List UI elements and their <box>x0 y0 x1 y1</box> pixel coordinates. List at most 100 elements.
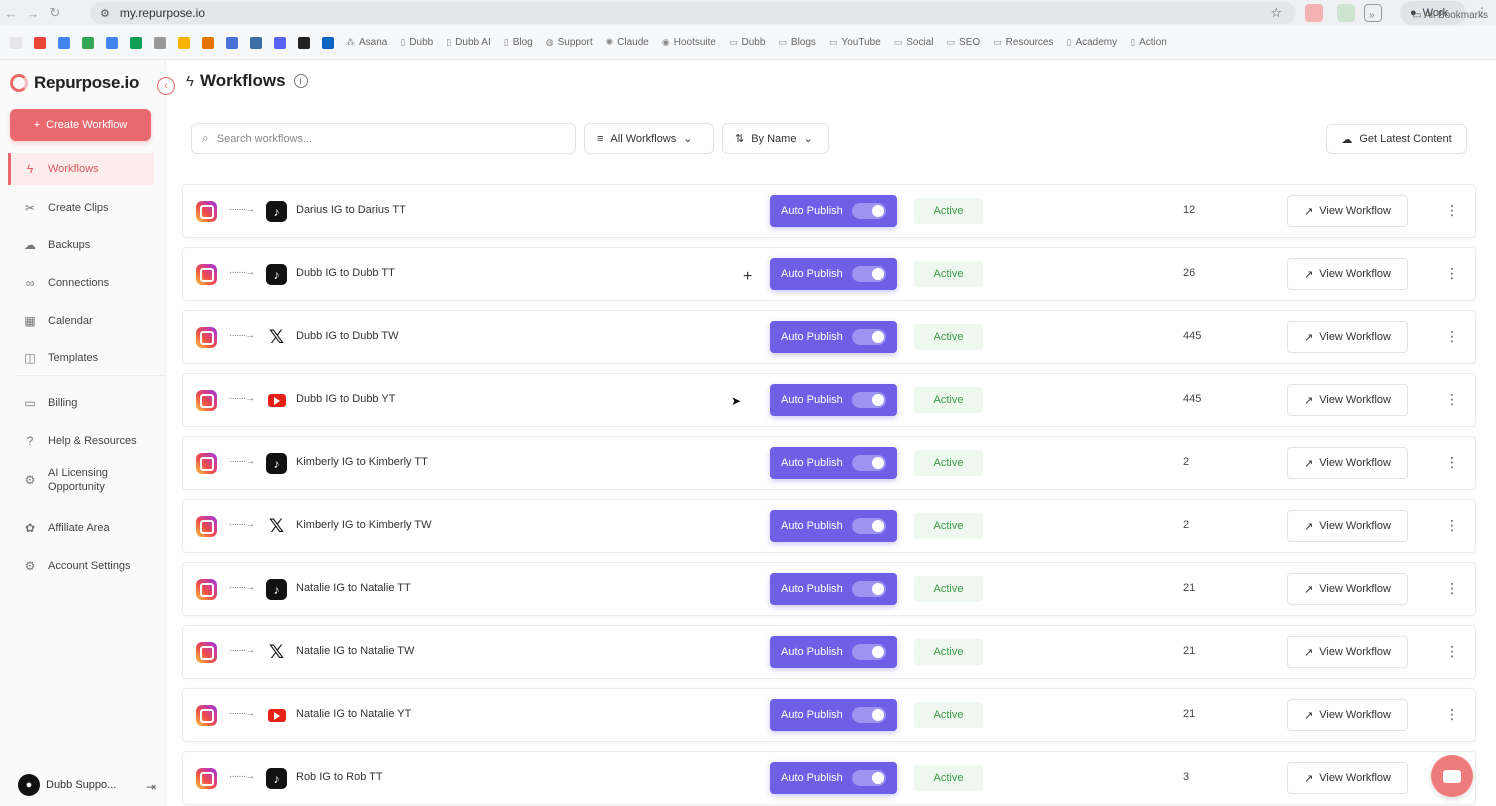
workflow-name[interactable]: Natalie IG to Natalie TW <box>296 645 414 657</box>
toggle-switch[interactable] <box>852 266 886 282</box>
gmail-icon[interactable] <box>34 36 46 49</box>
drive-icon[interactable] <box>82 36 94 49</box>
sidebar-item-billing[interactable]: ▭ Billing <box>8 387 154 419</box>
search-input[interactable] <box>216 132 557 145</box>
workflow-name[interactable]: Darius IG to Darius TT <box>296 204 406 216</box>
toggle-switch[interactable] <box>852 455 886 471</box>
auto-publish-toggle[interactable]: Auto Publish <box>770 573 897 605</box>
sidebar-item-connections[interactable]: ∞ Connections <box>8 267 154 299</box>
workflow-name[interactable]: Natalie IG to Natalie YT <box>296 708 411 720</box>
notion-icon[interactable] <box>298 36 310 49</box>
auto-publish-toggle[interactable]: Auto Publish <box>770 384 897 416</box>
toggle-switch[interactable] <box>852 770 886 786</box>
sort-dropdown[interactable]: ⇅ By Name ⌄ <box>722 123 829 154</box>
auto-publish-toggle[interactable]: Auto Publish <box>770 195 897 227</box>
more-options-icon[interactable]: ⋮ <box>1445 265 1459 282</box>
search-box[interactable]: ⌕ <box>191 123 576 154</box>
view-workflow-button[interactable]: ↗ View Workflow <box>1287 258 1408 290</box>
sidebar-item-ai-licensing[interactable]: ⚙ AI Licensing Opportunity <box>8 462 154 498</box>
workflow-name[interactable]: Dubb IG to Dubb TW <box>296 330 399 342</box>
create-workflow-button[interactable]: + Create Workflow <box>10 109 151 141</box>
bookmark-item[interactable]: ▯ Blog <box>504 37 533 48</box>
auto-publish-toggle[interactable]: Auto Publish <box>770 699 897 731</box>
chart-bookmark-icon[interactable] <box>202 36 214 49</box>
auto-publish-toggle[interactable]: Auto Publish <box>770 636 897 668</box>
view-workflow-button[interactable]: ↗ View Workflow <box>1287 699 1408 731</box>
view-workflow-button[interactable]: ↗ View Workflow <box>1287 195 1408 227</box>
view-workflow-button[interactable]: ↗ View Workflow <box>1287 762 1408 794</box>
view-workflow-button[interactable]: ↗ View Workflow <box>1287 510 1408 542</box>
view-workflow-button[interactable]: ↗ View Workflow <box>1287 636 1408 668</box>
view-workflow-button[interactable]: ↗ View Workflow <box>1287 384 1408 416</box>
bookmark-item[interactable]: ▯ Dubb <box>400 37 433 48</box>
toggle-switch[interactable] <box>852 707 886 723</box>
back-icon[interactable]: ← <box>0 6 22 21</box>
sidebar-item-account-settings[interactable]: ⚙ Account Settings <box>8 550 154 582</box>
bookmark-star-icon[interactable]: ☆ <box>1270 5 1282 21</box>
more-options-icon[interactable]: ⋮ <box>1445 706 1459 723</box>
workflow-name[interactable]: Kimberly IG to Kimberly TT <box>296 456 428 468</box>
bookmark-folder[interactable]: ▭ Resources <box>993 37 1053 48</box>
bookmark-icon[interactable] <box>274 36 286 49</box>
address-bar[interactable]: ⚙ my.repurpose.io ☆ <box>90 2 1296 24</box>
bookmark-item[interactable]: ⁂ Asana <box>346 37 387 48</box>
bookmark-item[interactable]: ◍ Support <box>546 37 593 48</box>
calendar-bookmark-icon[interactable] <box>58 36 70 49</box>
auto-publish-toggle[interactable]: Auto Publish <box>770 510 897 542</box>
workflow-name[interactable]: Dubb IG to Dubb TT <box>296 267 395 279</box>
user-menu[interactable]: ● Dubb Suppo... <box>18 774 116 796</box>
bookmark-icon[interactable] <box>226 36 238 49</box>
workflow-name[interactable]: Natalie IG to Natalie TT <box>296 582 411 594</box>
bookmark-folder[interactable]: ▭ Social <box>894 37 934 48</box>
workflow-name[interactable]: Dubb IG to Dubb YT <box>296 393 395 405</box>
reload-icon[interactable]: ↻ <box>44 5 66 21</box>
info-icon[interactable]: i <box>293 74 308 88</box>
bookmark-item[interactable]: ▯ Academy <box>1066 37 1117 48</box>
workflow-name[interactable]: Rob IG to Rob TT <box>296 771 383 783</box>
auto-publish-toggle[interactable]: Auto Publish <box>770 447 897 479</box>
extension-icon[interactable] <box>1337 4 1355 22</box>
auto-publish-toggle[interactable]: Auto Publish <box>770 258 897 290</box>
more-options-icon[interactable]: ⋮ <box>1445 580 1459 597</box>
more-options-icon[interactable]: ⋮ <box>1445 643 1459 660</box>
sidebar-item-workflows[interactable]: ϟ Workflows <box>8 153 154 185</box>
toggle-switch[interactable] <box>852 644 886 660</box>
more-options-icon[interactable]: ⋮ <box>1445 454 1459 471</box>
bookmark-item[interactable]: ▯ Dubb AI <box>446 37 491 48</box>
sheets-icon[interactable] <box>130 36 142 49</box>
toggle-switch[interactable] <box>852 518 886 534</box>
view-workflow-button[interactable]: ↗ View Workflow <box>1287 573 1408 605</box>
sidebar-item-affiliate[interactable]: ✿ Affiliate Area <box>8 512 154 544</box>
more-options-icon[interactable]: ⋮ <box>1445 328 1459 345</box>
sidebar-item-templates[interactable]: ◫ Templates <box>8 342 154 374</box>
chat-widget-button[interactable] <box>1431 755 1473 797</box>
bookmark-folder[interactable]: ▭ Blogs <box>778 37 816 48</box>
docs-icon[interactable] <box>106 36 118 49</box>
more-options-icon[interactable]: ⋮ <box>1445 202 1459 219</box>
analytics-icon[interactable] <box>178 36 190 49</box>
auto-publish-toggle[interactable]: Auto Publish <box>770 762 897 794</box>
toggle-switch[interactable] <box>852 581 886 597</box>
toggle-switch[interactable] <box>852 392 886 408</box>
view-workflow-button[interactable]: ↗ View Workflow <box>1287 321 1408 353</box>
get-latest-content-button[interactable]: ☁ Get Latest Content <box>1326 124 1467 154</box>
bookmark-folder[interactable]: ▭ SEO <box>947 37 981 48</box>
more-bookmarks-icon[interactable]: » <box>1369 10 1375 21</box>
forward-icon[interactable]: → <box>22 6 44 21</box>
logout-icon[interactable]: ⇥ <box>146 780 156 794</box>
collapse-sidebar-button[interactable]: ‹ <box>157 77 175 95</box>
bookmark-item[interactable]: ▯ Action <box>1130 37 1167 48</box>
workflow-filter-dropdown[interactable]: ≡ All Workflows ⌄ <box>584 123 714 154</box>
bookmark-item[interactable]: ◉ Hootsuite <box>662 37 716 48</box>
sidebar-item-backups[interactable]: ☁ Backups <box>8 229 154 261</box>
toggle-switch[interactable] <box>852 203 886 219</box>
sidebar-item-help[interactable]: ? Help & Resources <box>8 425 154 457</box>
toggle-switch[interactable] <box>852 329 886 345</box>
workflow-name[interactable]: Kimberly IG to Kimberly TW <box>296 519 432 531</box>
extension-icon[interactable] <box>1305 4 1323 22</box>
all-bookmarks[interactable]: ▭ All Bookmarks <box>1412 10 1488 21</box>
more-options-icon[interactable]: ⋮ <box>1445 517 1459 534</box>
linkedin-icon[interactable] <box>322 36 334 49</box>
site-settings-icon[interactable]: ⚙ <box>100 7 110 20</box>
view-workflow-button[interactable]: ↗ View Workflow <box>1287 447 1408 479</box>
